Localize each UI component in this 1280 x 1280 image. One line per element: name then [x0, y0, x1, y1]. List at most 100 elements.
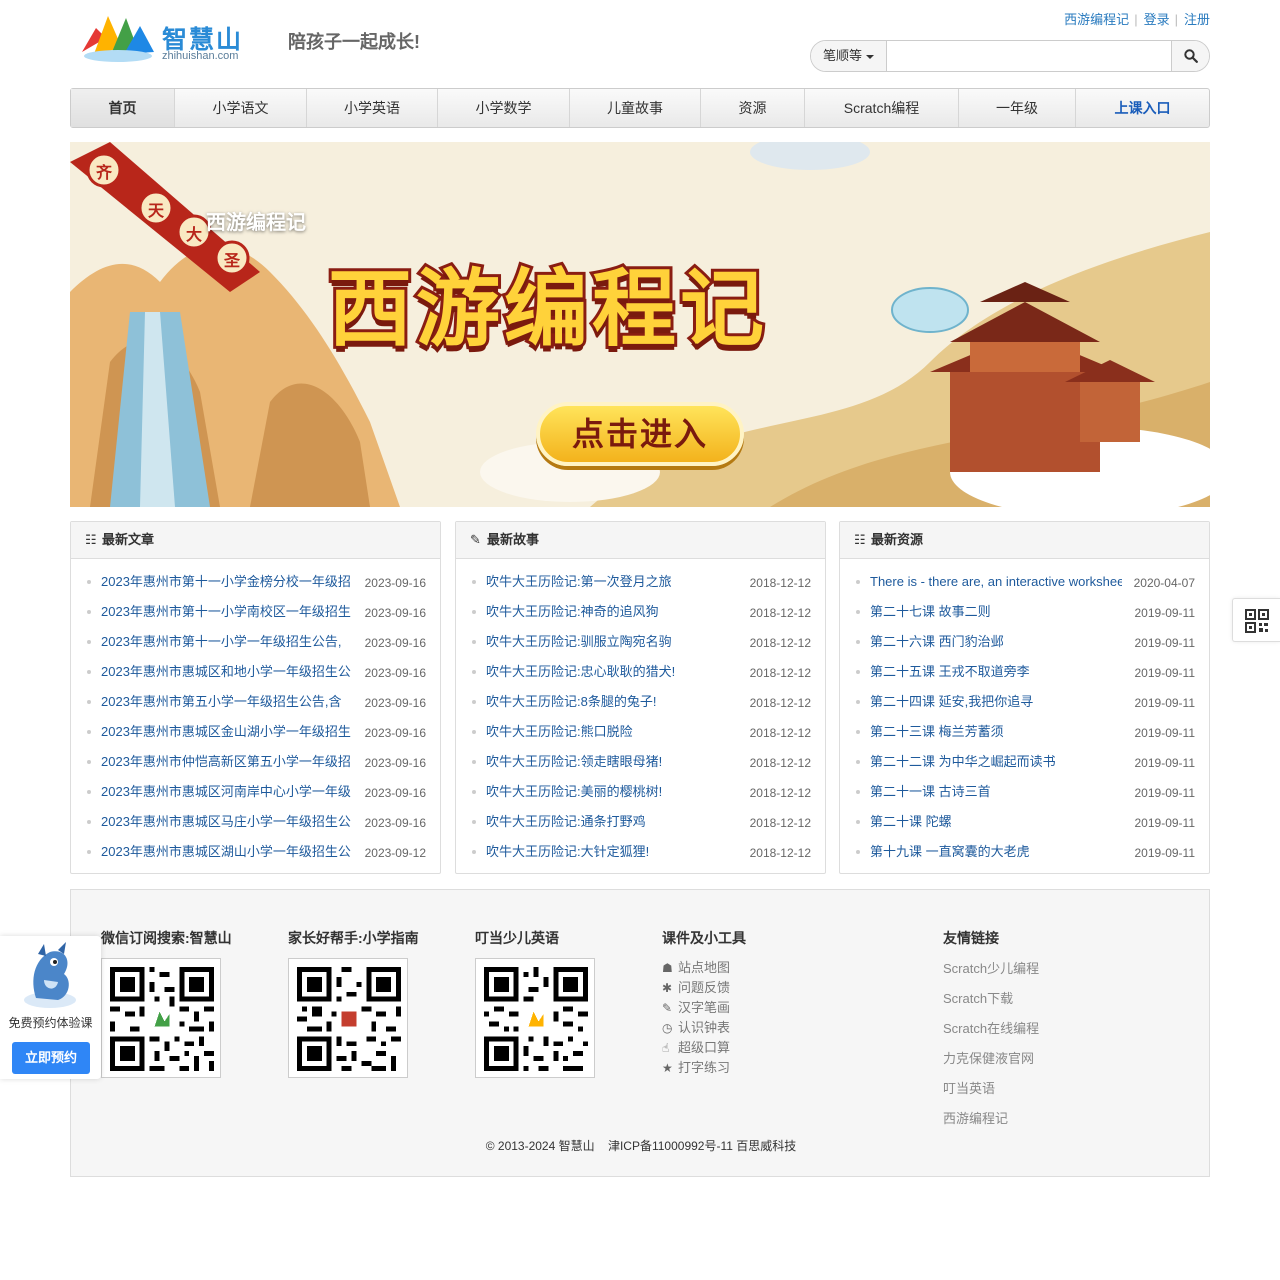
list-item[interactable]: 第二十七课 故事二则 2019-09-11	[854, 597, 1195, 627]
tool-link[interactable]: ✎ 汉字笔画	[662, 998, 746, 1018]
item-date: 2018-12-12	[749, 846, 811, 860]
list-item[interactable]: 第二十三课 梅兰芳蓄须 2019-09-11	[854, 717, 1195, 747]
list-item[interactable]: 第十九课 一直窝囊的大老虎 2019-09-11	[854, 837, 1195, 867]
list-item[interactable]: 吹牛大王历险记:领走瞎眼母猪! 2018-12-12	[470, 747, 811, 777]
friend-link[interactable]: Scratch在线编程	[943, 1014, 1039, 1044]
bullet	[87, 850, 91, 854]
links-title: 友情链接	[943, 930, 999, 946]
item-title[interactable]: 第二十一课 古诗三首	[870, 777, 1122, 807]
nav-math[interactable]: 小学数学	[438, 89, 570, 127]
icp-link[interactable]: 津ICP备11000992号-11 百思威科技	[608, 1139, 796, 1153]
list-item[interactable]: 2023年惠州市惠城区湖山小学一年级招生公 2023-09-12	[85, 837, 426, 867]
side-qr-button[interactable]	[1232, 598, 1280, 642]
item-title[interactable]: 2023年惠州市仲恺高新区第五小学一年级招	[101, 747, 353, 777]
site-logo[interactable]: 智慧山 zhihuishan.com	[78, 8, 268, 68]
item-title[interactable]: 吹牛大王历险记:美丽的樱桃树!	[486, 777, 738, 807]
nav-class-entry[interactable]: 上课入口	[1076, 89, 1209, 127]
list-item[interactable]: 吹牛大王历险记:通条打野鸡 2018-12-12	[470, 807, 811, 837]
friend-link[interactable]: 西游编程记	[943, 1104, 1039, 1134]
top-link-xiyou[interactable]: 西游编程记	[1064, 12, 1129, 27]
item-date: 2023-09-16	[364, 726, 426, 740]
item-title[interactable]: 2023年惠州市惠城区马庄小学一年级招生公	[101, 807, 353, 837]
item-title[interactable]: 吹牛大王历险记:驯服立陶宛名驹	[486, 627, 738, 657]
search-type-select[interactable]: 笔顺等	[811, 41, 887, 71]
list-item[interactable]: 第二十四课 延安,我把你追寻 2019-09-11	[854, 687, 1195, 717]
list-item[interactable]: 2023年惠州市惠城区马庄小学一年级招生公 2023-09-16	[85, 807, 426, 837]
item-title[interactable]: 2023年惠州市第五小学一年级招生公告,含	[101, 687, 353, 717]
list-item[interactable]: 第二十一课 古诗三首 2019-09-11	[854, 777, 1195, 807]
nav-grade-one[interactable]: 一年级	[959, 89, 1076, 127]
friend-link[interactable]: Scratch少儿编程	[943, 954, 1039, 984]
logo-domain: zhihuishan.com	[162, 50, 239, 62]
item-title[interactable]: 2023年惠州市惠城区河南岸中心小学一年级	[101, 777, 353, 807]
item-title[interactable]: There is - there are, an interactive wor…	[870, 567, 1122, 597]
item-title[interactable]: 2023年惠州市第十一小学金榜分校一年级招	[101, 567, 353, 597]
item-title[interactable]: 2023年惠州市惠城区湖山小学一年级招生公	[101, 837, 353, 867]
item-title[interactable]: 吹牛大王历险记:第一次登月之旅	[486, 567, 738, 597]
friend-link[interactable]: Scratch下载	[943, 984, 1039, 1014]
item-title[interactable]: 2023年惠州市第十一小学一年级招生公告,	[101, 627, 353, 657]
list-item[interactable]: 第二十六课 西门豹治邺 2019-09-11	[854, 627, 1195, 657]
list-item[interactable]: 吹牛大王历险记:熊口脱险 2018-12-12	[470, 717, 811, 747]
item-title[interactable]: 吹牛大王历险记:大针定狐狸!	[486, 837, 738, 867]
item-title[interactable]: 吹牛大王历险记:神奇的追风狗	[486, 597, 738, 627]
list-item[interactable]: 2023年惠州市第十一小学南校区一年级招生 2023-09-16	[85, 597, 426, 627]
item-title[interactable]: 第十九课 一直窝囊的大老虎	[870, 837, 1122, 867]
banner-enter-button[interactable]: 点击进入	[536, 402, 744, 466]
item-title[interactable]: 第二十三课 梅兰芳蓄须	[870, 717, 1122, 747]
item-title[interactable]: 第二十四课 延安,我把你追寻	[870, 687, 1122, 717]
login-link[interactable]: 登录	[1144, 12, 1170, 27]
item-title[interactable]: 2023年惠州市惠城区和地小学一年级招生公	[101, 657, 353, 687]
item-title[interactable]: 吹牛大王历险记:熊口脱险	[486, 717, 738, 747]
tool-link[interactable]: ✱ 问题反馈	[662, 978, 746, 998]
list-item[interactable]: 吹牛大王历险记:驯服立陶宛名驹 2018-12-12	[470, 627, 811, 657]
list-item[interactable]: There is - there are, an interactive wor…	[854, 567, 1195, 597]
tool-link[interactable]: ◷ 认识钟表	[662, 1018, 746, 1038]
item-title[interactable]: 吹牛大王历险记:领走瞎眼母猪!	[486, 747, 738, 777]
item-title[interactable]: 吹牛大王历险记:忠心耿耿的猎犬!	[486, 657, 738, 687]
list-item[interactable]: 2023年惠州市惠城区金山湖小学一年级招生 2023-09-16	[85, 717, 426, 747]
nav-stories[interactable]: 儿童故事	[570, 89, 701, 127]
list-item[interactable]: 第二十五课 王戎不取道旁李 2019-09-11	[854, 657, 1195, 687]
register-link[interactable]: 注册	[1184, 12, 1210, 27]
item-title[interactable]: 第二十五课 王戎不取道旁李	[870, 657, 1122, 687]
tool-link[interactable]: ☝ 超级口算	[662, 1038, 746, 1058]
item-title[interactable]: 第二十六课 西门豹治邺	[870, 627, 1122, 657]
list-item[interactable]: 吹牛大王历险记:8条腿的兔子! 2018-12-12	[470, 687, 811, 717]
list-item[interactable]: 2023年惠州市惠城区河南岸中心小学一年级 2023-09-16	[85, 777, 426, 807]
list-item[interactable]: 吹牛大王历险记:忠心耿耿的猎犬! 2018-12-12	[470, 657, 811, 687]
item-title[interactable]: 2023年惠州市第十一小学南校区一年级招生	[101, 597, 353, 627]
list-item[interactable]: 2023年惠州市仲恺高新区第五小学一年级招 2023-09-16	[85, 747, 426, 777]
item-title[interactable]: 第二十二课 为中华之崛起而读书	[870, 747, 1122, 777]
nav-resources[interactable]: 资源	[701, 89, 805, 127]
nav-chinese[interactable]: 小学语文	[175, 89, 307, 127]
item-title[interactable]: 第二十七课 故事二则	[870, 597, 1122, 627]
search-button[interactable]	[1171, 41, 1209, 71]
list-item[interactable]: 吹牛大王历险记:第一次登月之旅 2018-12-12	[470, 567, 811, 597]
list-item[interactable]: 2023年惠州市第五小学一年级招生公告,含 2023-09-16	[85, 687, 426, 717]
banner[interactable]: 齐 天 大 圣 西游编程记 西游编程记 点击进入	[70, 142, 1210, 507]
tool-link[interactable]: ☗ 站点地图	[662, 958, 746, 978]
list-item[interactable]: 2023年惠州市第十一小学一年级招生公告, 2023-09-16	[85, 627, 426, 657]
nav-english[interactable]: 小学英语	[307, 89, 438, 127]
list-item[interactable]: 2023年惠州市第十一小学金榜分校一年级招 2023-09-16	[85, 567, 426, 597]
search-input[interactable]	[888, 41, 1172, 71]
book-now-button[interactable]: 立即预约	[12, 1042, 90, 1074]
nav-home[interactable]: 首页	[71, 89, 175, 127]
list-item[interactable]: 吹牛大王历险记:神奇的追风狗 2018-12-12	[470, 597, 811, 627]
friend-link[interactable]: 力克保健液官网	[943, 1044, 1039, 1074]
item-title[interactable]: 吹牛大王历险记:通条打野鸡	[486, 807, 738, 837]
nav-scratch[interactable]: Scratch编程	[805, 89, 959, 127]
item-date: 2018-12-12	[749, 666, 811, 680]
tool-link[interactable]: ★ 打字练习	[662, 1058, 746, 1078]
item-title[interactable]: 2023年惠州市惠城区金山湖小学一年级招生	[101, 717, 353, 747]
list-item[interactable]: 第二十二课 为中华之崛起而读书 2019-09-11	[854, 747, 1195, 777]
item-title[interactable]: 吹牛大王历险记:8条腿的兔子!	[486, 687, 738, 717]
list-item[interactable]: 2023年惠州市惠城区和地小学一年级招生公 2023-09-16	[85, 657, 426, 687]
list-item[interactable]: 第二十课 陀螺 2019-09-11	[854, 807, 1195, 837]
list-item[interactable]: 吹牛大王历险记:美丽的樱桃树! 2018-12-12	[470, 777, 811, 807]
item-title[interactable]: 第二十课 陀螺	[870, 807, 1122, 837]
friend-link[interactable]: 叮当英语	[943, 1074, 1039, 1104]
slogan: 陪孩子一起成长!	[288, 32, 420, 52]
list-item[interactable]: 吹牛大王历险记:大针定狐狸! 2018-12-12	[470, 837, 811, 867]
